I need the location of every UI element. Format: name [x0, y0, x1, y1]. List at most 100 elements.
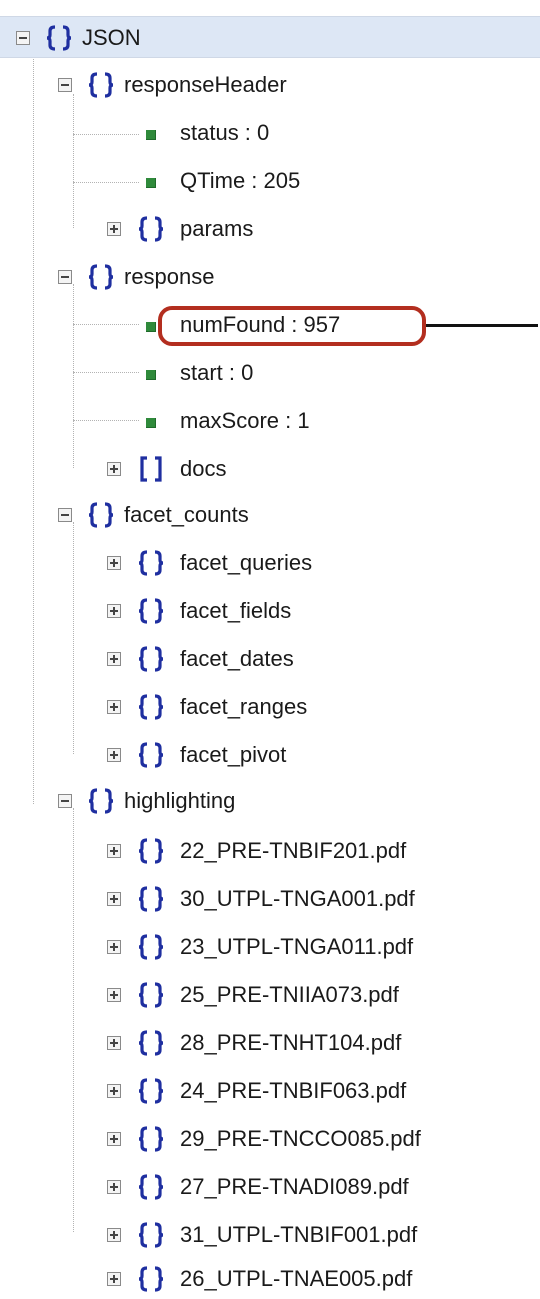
- object-braces-icon: [138, 982, 164, 1008]
- tree-node-label: 28_PRE-TNHT104.pdf: [180, 1030, 402, 1055]
- tree-row-maxscore[interactable]: maxScore : 1: [0, 400, 540, 440]
- object-braces-icon: [88, 72, 114, 98]
- collapse-toggle[interactable]: [58, 794, 72, 808]
- object-braces-icon: [138, 1222, 164, 1248]
- tree-leaf-label: maxScore : 1: [180, 408, 310, 433]
- object-braces-icon: [88, 788, 114, 814]
- expand-toggle[interactable]: [107, 604, 121, 618]
- expand-toggle[interactable]: [107, 1228, 121, 1242]
- tree-row-response[interactable]: response: [0, 256, 540, 296]
- value-leaf-icon: [146, 178, 156, 188]
- value-leaf-icon: [146, 370, 156, 380]
- collapse-toggle[interactable]: [58, 78, 72, 92]
- object-braces-icon: [138, 598, 164, 624]
- expand-toggle[interactable]: [107, 700, 121, 714]
- tree-node-label: highlighting: [124, 788, 236, 813]
- tree-node-label: facet_dates: [180, 646, 294, 671]
- object-braces-icon: [138, 1030, 164, 1056]
- tree-leaf-label: QTime : 205: [180, 168, 301, 193]
- object-braces-icon: [46, 25, 72, 51]
- tree-node-label: facet_ranges: [180, 694, 308, 719]
- expand-toggle[interactable]: [107, 1036, 121, 1050]
- tree-row-docs[interactable]: docs: [0, 448, 540, 488]
- tree-row-params[interactable]: params: [0, 208, 540, 248]
- object-braces-icon: [88, 502, 114, 528]
- tree-node-label: 26_UTPL-TNAE005.pdf: [180, 1266, 413, 1291]
- object-braces-icon: [138, 694, 164, 720]
- expand-toggle[interactable]: [107, 1272, 121, 1286]
- tree-row-facet-counts[interactable]: facet_counts: [0, 494, 540, 534]
- object-braces-icon: [138, 1078, 164, 1104]
- tree-row-highlight-doc[interactable]: 22_PRE-TNBIF201.pdf: [0, 830, 540, 870]
- tree-leaf-label: status : 0: [180, 120, 270, 145]
- expand-toggle[interactable]: [107, 462, 121, 476]
- tree-node-label: docs: [180, 456, 227, 481]
- object-braces-icon: [138, 1174, 164, 1200]
- collapse-toggle[interactable]: [58, 508, 72, 522]
- tree-node-label: responseHeader: [124, 72, 287, 97]
- tree-node-label: 27_PRE-TNADI089.pdf: [180, 1174, 409, 1199]
- object-braces-icon: [138, 550, 164, 576]
- object-braces-icon: [138, 1266, 164, 1292]
- tree-node-label: 29_PRE-TNCCO085.pdf: [180, 1126, 421, 1151]
- tree-node-label: 30_UTPL-TNGA001.pdf: [180, 886, 415, 911]
- tree-node-label: 31_UTPL-TNBIF001.pdf: [180, 1222, 418, 1247]
- expand-toggle[interactable]: [107, 748, 121, 762]
- tree-row-facet-item[interactable]: facet_queries: [0, 542, 540, 582]
- object-braces-icon: [138, 1126, 164, 1152]
- tree-row-highlight-doc[interactable]: 23_UTPL-TNGA011.pdf: [0, 926, 540, 966]
- tree-leaf-label: start : 0: [180, 360, 254, 385]
- object-braces-icon: [88, 264, 114, 290]
- expand-toggle[interactable]: [107, 892, 121, 906]
- callout-pointer-line: [426, 324, 538, 327]
- tree-row-highlight-doc[interactable]: 30_UTPL-TNGA001.pdf: [0, 878, 540, 918]
- tree-node-label: facet_fields: [180, 598, 292, 623]
- tree-node-label: facet_counts: [124, 502, 249, 527]
- value-leaf-icon: [146, 322, 156, 332]
- expand-toggle[interactable]: [107, 652, 121, 666]
- numfound-highlight-callout: [158, 306, 426, 346]
- tree-row-facet-item[interactable]: facet_fields: [0, 590, 540, 630]
- tree-node-label: params: [180, 216, 254, 241]
- tree-node-label: 24_PRE-TNBIF063.pdf: [180, 1078, 407, 1103]
- object-braces-icon: [138, 886, 164, 912]
- expand-toggle[interactable]: [107, 1180, 121, 1194]
- tree-node-label: JSON: [82, 25, 141, 50]
- tree-node-label: 22_PRE-TNBIF201.pdf: [180, 838, 407, 863]
- tree-row-facet-item[interactable]: facet_pivot: [0, 734, 540, 774]
- tree-row-root[interactable]: JSON: [0, 16, 540, 58]
- expand-toggle[interactable]: [107, 1084, 121, 1098]
- tree-row-highlight-doc[interactable]: 27_PRE-TNADI089.pdf: [0, 1166, 540, 1206]
- tree-row-facet-item[interactable]: facet_dates: [0, 638, 540, 678]
- object-braces-icon: [138, 934, 164, 960]
- tree-row-highlighting[interactable]: highlighting: [0, 780, 540, 820]
- tree-row-highlight-doc[interactable]: 26_UTPL-TNAE005.pdf: [0, 1258, 540, 1298]
- tree-row-responseheader[interactable]: responseHeader: [0, 64, 540, 104]
- tree-row-facet-item[interactable]: facet_ranges: [0, 686, 540, 726]
- tree-row-highlight-doc[interactable]: 29_PRE-TNCCO085.pdf: [0, 1118, 540, 1158]
- json-tree-view: JSON responseHeader status : 0 QTime : 2…: [0, 0, 540, 1299]
- object-braces-icon: [138, 742, 164, 768]
- collapse-toggle[interactable]: [16, 31, 30, 45]
- value-leaf-icon: [146, 130, 156, 140]
- expand-toggle[interactable]: [107, 222, 121, 236]
- tree-row-highlight-doc[interactable]: 25_PRE-TNIIA073.pdf: [0, 974, 540, 1014]
- tree-row-highlight-doc[interactable]: 31_UTPL-TNBIF001.pdf: [0, 1214, 540, 1254]
- expand-toggle[interactable]: [107, 940, 121, 954]
- tree-row-qtime[interactable]: QTime : 205: [0, 160, 540, 200]
- object-braces-icon: [138, 216, 164, 242]
- tree-node-label: facet_pivot: [180, 742, 287, 767]
- tree-row-status[interactable]: status : 0: [0, 112, 540, 152]
- expand-toggle[interactable]: [107, 844, 121, 858]
- object-braces-icon: [138, 646, 164, 672]
- tree-row-highlight-doc[interactable]: 24_PRE-TNBIF063.pdf: [0, 1070, 540, 1110]
- tree-row-highlight-doc[interactable]: 28_PRE-TNHT104.pdf: [0, 1022, 540, 1062]
- expand-toggle[interactable]: [107, 556, 121, 570]
- collapse-toggle[interactable]: [58, 270, 72, 284]
- expand-toggle[interactable]: [107, 988, 121, 1002]
- tree-row-start[interactable]: start : 0: [0, 352, 540, 392]
- tree-node-label: 23_UTPL-TNGA011.pdf: [180, 934, 414, 959]
- expand-toggle[interactable]: [107, 1132, 121, 1146]
- tree-node-label: 25_PRE-TNIIA073.pdf: [180, 982, 399, 1007]
- object-braces-icon: [138, 838, 164, 864]
